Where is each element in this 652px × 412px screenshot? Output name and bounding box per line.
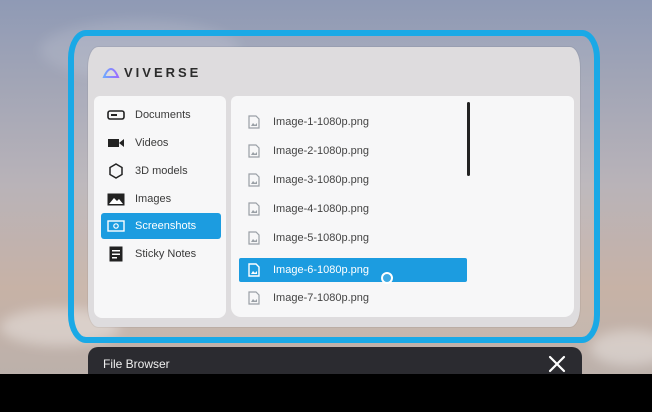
file-row[interactable]: Image-1-1080p.png: [239, 110, 458, 134]
scrollbar-thumb[interactable]: [467, 102, 470, 176]
file-row[interactable]: Image-2-1080p.png: [239, 139, 458, 163]
image-file-icon: [248, 231, 260, 245]
file-name: Image-3-1080p.png: [273, 174, 370, 186]
brand-name: VIVERSE: [124, 64, 202, 80]
screenshot-icon: [107, 219, 125, 233]
sidebar-item-3d-models[interactable]: 3D models: [101, 158, 221, 184]
viverse-logo-icon: [102, 68, 120, 78]
file-list: Image-1-1080p.png Image-2-1080p.png Imag…: [231, 96, 574, 317]
sidebar-item-sticky-notes[interactable]: Sticky Notes: [101, 241, 221, 267]
file-name: Image-1-1080p.png: [273, 116, 370, 128]
document-icon: [107, 108, 125, 122]
file-row[interactable]: Image-5-1080p.png: [239, 226, 458, 250]
sidebar-item-documents[interactable]: Documents: [101, 102, 221, 128]
image-file-icon: [248, 115, 260, 129]
image-file-icon: [248, 291, 260, 305]
file-row[interactable]: Image-7-1080p.png: [239, 286, 458, 310]
close-icon[interactable]: [546, 353, 568, 375]
pointer-cursor: [381, 272, 393, 284]
image-file-icon: [248, 173, 260, 187]
background-cloud: [590, 330, 652, 366]
image-file-icon: [248, 144, 260, 158]
viverse-logo: VIVERSE: [102, 62, 201, 82]
note-icon: [107, 246, 125, 262]
sidebar: Documents Videos 3D models Images Screen…: [94, 96, 226, 318]
image-file-icon: [248, 202, 260, 216]
sidebar-item-screenshots[interactable]: Screenshots: [101, 213, 221, 239]
footer-title: File Browser: [103, 357, 170, 371]
sidebar-item-label: Videos: [135, 137, 169, 149]
sidebar-item-label: 3D models: [135, 165, 188, 177]
sidebar-item-label: Sticky Notes: [135, 248, 197, 260]
video-camera-icon: [107, 136, 125, 150]
hexagon-icon: [107, 163, 125, 179]
file-row[interactable]: Image-4-1080p.png: [239, 197, 458, 221]
sidebar-item-label: Images: [135, 193, 172, 205]
sidebar-item-images[interactable]: Images: [101, 186, 221, 212]
image-file-icon: [248, 263, 260, 277]
letterbox-bar: [0, 374, 652, 412]
file-row-selected[interactable]: Image-6-1080p.png: [239, 258, 467, 282]
sidebar-item-label: Documents: [135, 109, 191, 121]
file-name: Image-4-1080p.png: [273, 203, 370, 215]
file-name: Image-2-1080p.png: [273, 145, 370, 157]
sidebar-item-videos[interactable]: Videos: [101, 130, 221, 156]
sidebar-item-label: Screenshots: [135, 220, 197, 232]
file-name: Image-7-1080p.png: [273, 292, 370, 304]
file-name: Image-6-1080p.png: [273, 264, 370, 276]
image-icon: [107, 192, 125, 206]
file-name: Image-5-1080p.png: [273, 232, 370, 244]
file-row[interactable]: Image-3-1080p.png: [239, 168, 458, 192]
